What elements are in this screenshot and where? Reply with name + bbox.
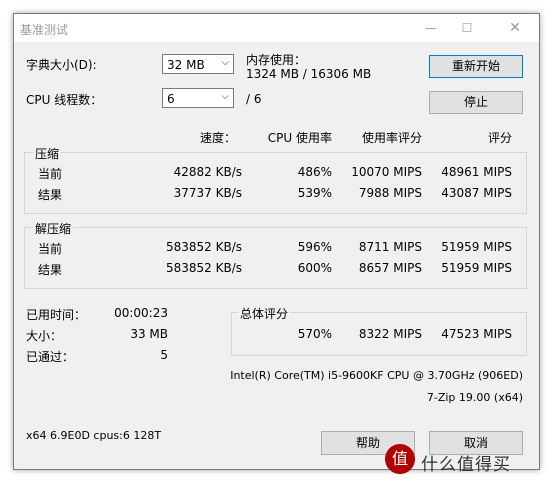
cpu-threads-label: CPU 线程数： — [26, 93, 103, 107]
decompress-result-usage-rating: 8657 MIPS — [358, 261, 422, 275]
compress-result-speed: 37737 KB/s — [173, 186, 242, 200]
decompress-current-usage-rating: 8711 MIPS — [358, 240, 422, 254]
passes-label: 已通过： — [26, 350, 75, 364]
rating-header: 评分 — [487, 131, 512, 145]
decompress-current-speed: 583852 KB/s — [165, 240, 242, 254]
elapsed-time-value: 00:00:23 — [114, 306, 168, 320]
usage-rating-header: 使用率评分 — [361, 131, 422, 145]
decompress-result-rating: 51959 MIPS — [441, 261, 512, 275]
decompress-result-cpu: 600% — [297, 261, 332, 275]
compress-result-label: 结果 — [38, 188, 63, 202]
decompress-current-rating: 51959 MIPS — [441, 240, 512, 254]
memory-usage-value: 1324 MB / 16306 MB — [246, 67, 372, 81]
version-info: 7-Zip 19.00 (x64) — [426, 391, 523, 404]
title-bar: 基准测试 — ☐ ✕ — [14, 14, 539, 42]
dictionary-size-select[interactable]: 32 MB ⌵ — [162, 54, 234, 74]
size-value: 33 MB — [130, 327, 168, 341]
compress-current-usage-rating: 10070 MIPS — [351, 165, 422, 179]
memory-usage-label: 内存使用： — [246, 53, 307, 67]
total-rating: 47523 MIPS — [441, 327, 512, 341]
maximize-icon[interactable]: ☐ — [450, 14, 484, 42]
decompress-current-label: 当前 — [38, 242, 63, 256]
decompress-result-speed: 583852 KB/s — [165, 261, 242, 275]
compress-result-rating: 43087 MIPS — [441, 186, 512, 200]
compress-current-label: 当前 — [38, 167, 63, 181]
cpu-threads-select[interactable]: 6 ⌵ — [162, 88, 234, 108]
dictionary-size-value: 32 MB — [167, 58, 205, 72]
elapsed-time-label: 已用时间： — [26, 308, 87, 322]
chevron-down-icon: ⌵ — [221, 91, 229, 102]
cpu-threads-total: / 6 — [246, 92, 262, 106]
watermark-text: 什么值得买 — [421, 455, 511, 475]
decompress-group-label: 解压缩 — [33, 220, 74, 237]
compress-group — [24, 152, 527, 214]
decompress-result-label: 结果 — [38, 263, 63, 277]
speed-header: 速度： — [199, 131, 236, 145]
cpu-threads-value: 6 — [167, 92, 175, 106]
system-info: x64 6.9E0D cpus:6 128T — [26, 429, 162, 442]
total-usage-rating: 8322 MIPS — [358, 327, 422, 341]
compress-current-speed: 42882 KB/s — [173, 165, 242, 179]
stop-button[interactable]: 停止 — [429, 91, 523, 114]
close-icon[interactable]: ✕ — [498, 14, 532, 42]
restart-button[interactable]: 重新开始 — [429, 55, 523, 78]
total-cpu: 570% — [297, 327, 332, 341]
compress-current-cpu: 486% — [297, 165, 332, 179]
chevron-down-icon: ⌵ — [221, 57, 229, 68]
window-title: 基准测试 — [20, 23, 69, 37]
compress-group-label: 压缩 — [33, 145, 62, 162]
compress-result-usage-rating: 7988 MIPS — [358, 186, 422, 200]
size-label: 大小： — [26, 329, 63, 343]
watermark-logo-icon: 值 — [385, 444, 415, 474]
compress-result-cpu: 539% — [297, 186, 332, 200]
decompress-current-cpu: 596% — [297, 240, 332, 254]
minimize-icon[interactable]: — — [414, 14, 448, 42]
compress-current-rating: 48961 MIPS — [441, 165, 512, 179]
cpu-usage-header: CPU 使用率 — [267, 131, 332, 145]
watermark: 值 什么值得买 — [385, 444, 555, 478]
passes-value: 5 — [160, 348, 168, 362]
decompress-group — [24, 227, 527, 289]
benchmark-window: 基准测试 — ☐ ✕ 字典大小(D): 32 MB ⌵ 内存使用： 1324 M… — [13, 13, 540, 470]
dictionary-size-label: 字典大小(D): — [26, 58, 97, 72]
cpu-info: Intel(R) Core(TM) i5-9600KF CPU @ 3.70GH… — [230, 369, 523, 382]
total-rating-label: 总体评分 — [238, 305, 291, 322]
